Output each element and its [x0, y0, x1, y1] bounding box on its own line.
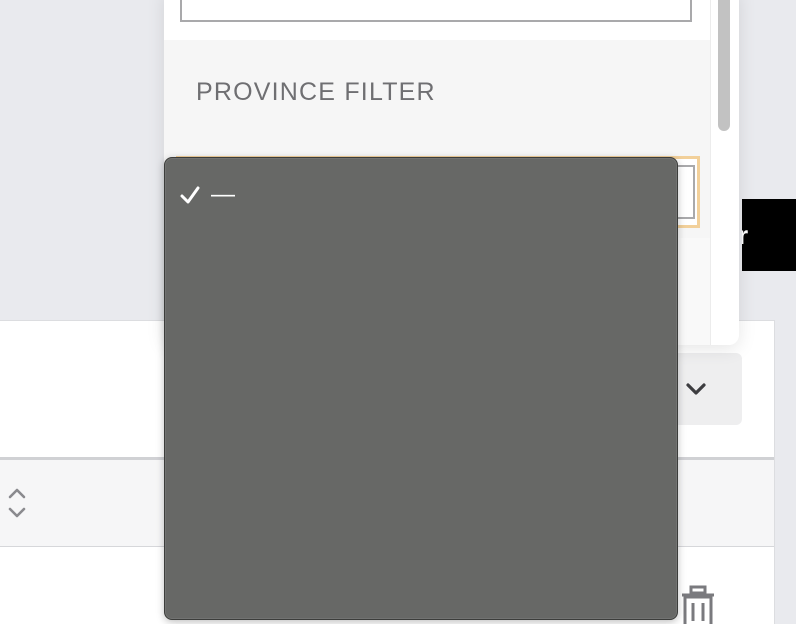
dark-action-button[interactable]: r	[742, 199, 796, 271]
province-filter-label: PROVINCE FILTER	[196, 78, 436, 106]
dropdown-option-empty[interactable]: —	[179, 178, 235, 212]
filter-text-input[interactable]	[180, 0, 692, 22]
screen: r PROVINCE FILTER —	[0, 0, 796, 624]
panel-scrollbar-thumb[interactable]	[718, 0, 730, 131]
panel-top-area	[164, 0, 710, 40]
sort-icon[interactable]	[6, 486, 28, 520]
province-dropdown-menu: —	[164, 157, 678, 620]
checkmark-icon	[180, 186, 200, 204]
trash-icon[interactable]	[680, 585, 716, 624]
chevron-down-icon[interactable]	[684, 377, 708, 401]
dropdown-option-label: —	[211, 181, 235, 208]
dark-action-button-label: r	[742, 220, 749, 250]
